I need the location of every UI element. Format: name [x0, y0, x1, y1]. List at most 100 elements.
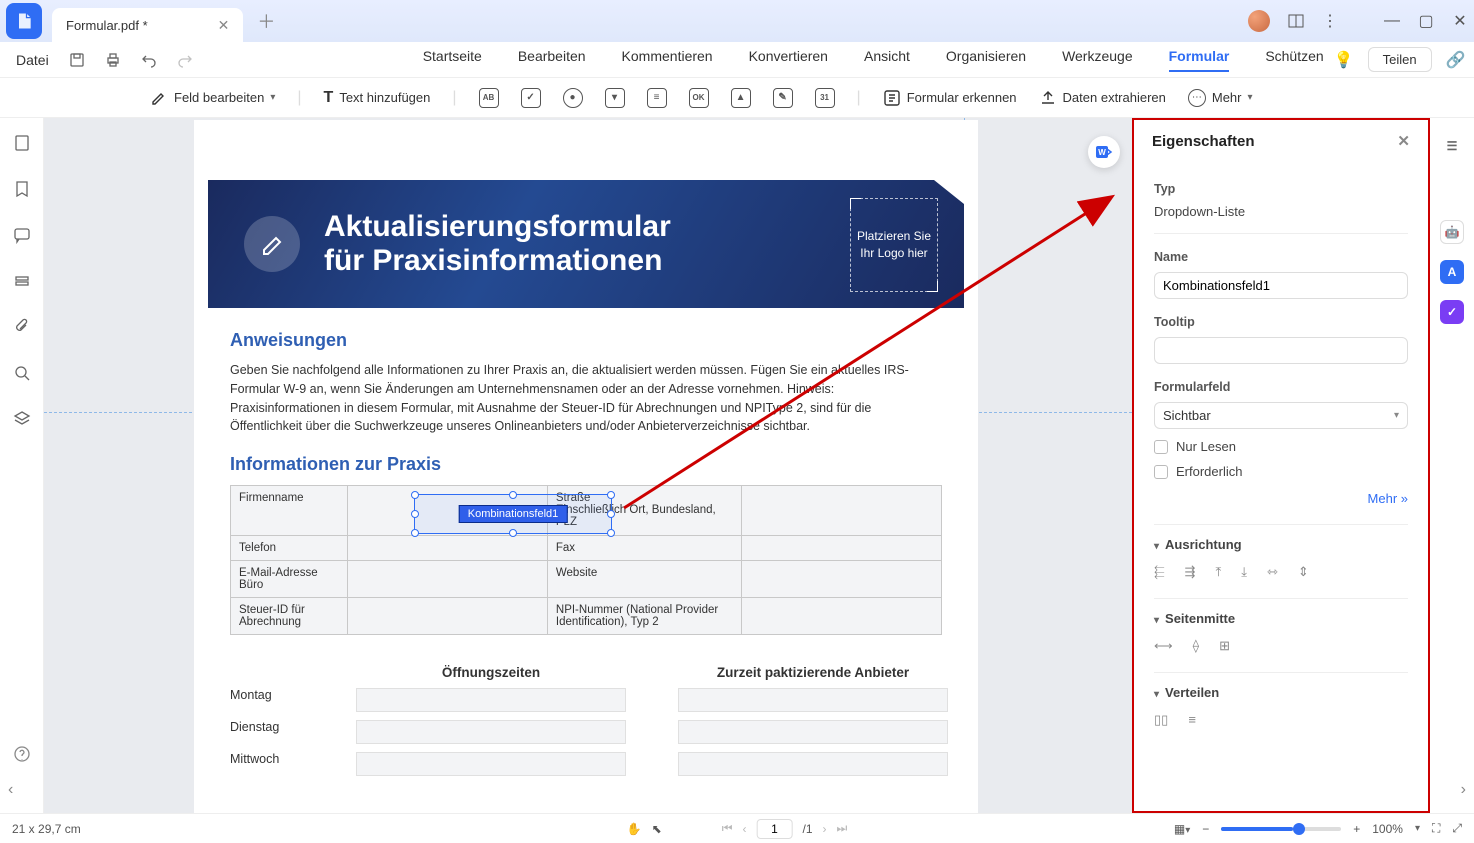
tab-document[interactable]: Formular.pdf * ✕ — [52, 8, 243, 42]
collapse-left-icon[interactable]: ‹ — [8, 781, 13, 799]
readonly-checkbox[interactable]: Nur Lesen — [1154, 439, 1408, 454]
alignment-section[interactable]: Ausrichtung — [1154, 537, 1408, 552]
menu-werkzeuge[interactable]: Werkzeuge — [1062, 48, 1133, 72]
val-tue-prov[interactable] — [678, 720, 948, 744]
help-icon[interactable] — [13, 745, 31, 763]
kebab-menu-icon[interactable]: ⋮ — [1322, 13, 1338, 29]
window-layout-icon[interactable] — [1288, 13, 1304, 29]
menu-formular[interactable]: Formular — [1169, 48, 1230, 72]
convert-word-button[interactable]: W — [1088, 136, 1120, 168]
minimize-icon[interactable]: — — [1384, 13, 1400, 29]
ai-check-icon[interactable]: ✓ — [1440, 300, 1464, 324]
zoom-slider[interactable] — [1221, 827, 1341, 831]
chevron-down-icon[interactable]: ▾ — [1415, 823, 1420, 834]
new-tab-button[interactable]: ＋ — [257, 8, 275, 34]
val-mon-prov[interactable] — [678, 688, 948, 712]
textfield-icon[interactable]: AB — [479, 88, 499, 108]
ai-assistant-icon[interactable]: A — [1440, 260, 1464, 284]
align-top-icon[interactable]: ⤒ — [1215, 564, 1221, 580]
val-strasse[interactable] — [742, 486, 942, 536]
recognize-form-button[interactable]: Formular erkennen — [883, 89, 1017, 107]
center-vertical-icon[interactable]: ⟠ — [1193, 638, 1199, 654]
distribute-h-icon[interactable]: ▯▯ — [1154, 712, 1168, 728]
add-text-button[interactable]: T Text hinzufügen — [324, 89, 431, 107]
align-bottom-icon[interactable]: ⤓ — [1241, 564, 1247, 580]
link-icon[interactable]: 🔗 — [1446, 50, 1466, 70]
edit-field-button[interactable]: Feld bearbeiten ▾ — [150, 89, 275, 107]
undo-icon[interactable] — [141, 52, 157, 68]
more-button[interactable]: ⋯ Mehr ▾ — [1188, 89, 1253, 107]
menu-ansicht[interactable]: Ansicht — [864, 48, 910, 72]
search-icon[interactable] — [13, 364, 31, 382]
center-horizontal-icon[interactable]: ⟷ — [1154, 638, 1173, 654]
view-mode-icon[interactable]: ▦▾ — [1174, 822, 1190, 836]
zoom-out-icon[interactable]: − — [1202, 822, 1209, 836]
layers-icon[interactable] — [13, 410, 31, 428]
close-tab-icon[interactable]: ✕ — [218, 17, 230, 34]
more-link[interactable]: Mehr » — [1154, 491, 1408, 506]
menu-startseite[interactable]: Startseite — [423, 48, 482, 72]
settings-sliders-icon[interactable]: ☰ — [1440, 134, 1464, 158]
align-center-v-icon[interactable]: ⇕ — [1298, 564, 1309, 580]
menu-schuetzen[interactable]: Schützen — [1265, 48, 1323, 72]
name-input[interactable] — [1154, 272, 1408, 299]
close-icon[interactable]: ✕ — [1452, 13, 1468, 29]
val-wed-prov[interactable] — [678, 752, 948, 776]
val-website[interactable] — [742, 561, 942, 598]
val-telefon[interactable] — [347, 536, 547, 561]
val-npi[interactable] — [742, 598, 942, 635]
formfield-select[interactable]: Sichtbar ▾ — [1154, 402, 1408, 429]
radio-icon[interactable]: ● — [563, 88, 583, 108]
val-fax[interactable] — [742, 536, 942, 561]
val-email[interactable] — [347, 561, 547, 598]
collapse-right-icon[interactable]: › — [1461, 781, 1466, 799]
prev-page-icon[interactable]: ‹ — [743, 822, 747, 836]
close-panel-icon[interactable]: ✕ — [1397, 132, 1410, 150]
menu-file[interactable]: Datei — [16, 52, 49, 68]
val-wed-hours[interactable] — [356, 752, 626, 776]
checkbox-icon[interactable]: ✓ — [521, 88, 541, 108]
share-button[interactable]: Teilen — [1368, 47, 1432, 72]
val-tue-hours[interactable] — [356, 720, 626, 744]
align-center-h-icon[interactable]: ⇿ — [1267, 564, 1278, 580]
maximize-icon[interactable]: ▢ — [1418, 13, 1434, 29]
menu-organisieren[interactable]: Organisieren — [946, 48, 1026, 72]
next-page-icon[interactable]: › — [823, 822, 827, 836]
dropdown-icon[interactable]: ▾ — [605, 88, 625, 108]
selected-dropdown-field[interactable]: Kombinationsfeld1 — [414, 494, 612, 534]
date-icon[interactable]: 31 — [815, 88, 835, 108]
distribute-v-icon[interactable]: ≡ — [1188, 712, 1196, 728]
extract-data-button[interactable]: Daten extrahieren — [1039, 89, 1166, 107]
val-mon-hours[interactable] — [356, 688, 626, 712]
fit-page-icon[interactable]: ⛶ — [1432, 821, 1440, 836]
signature-icon[interactable]: ✎ — [773, 88, 793, 108]
app-logo[interactable] — [6, 3, 42, 39]
pagecenter-section[interactable]: Seitenmitte — [1154, 611, 1408, 626]
page-input[interactable] — [757, 819, 793, 839]
listbox-icon[interactable]: ≡ — [647, 88, 667, 108]
last-page-icon[interactable]: ⏭ — [837, 821, 848, 836]
required-checkbox[interactable]: Erforderlich — [1154, 464, 1408, 479]
button-icon[interactable]: OK — [689, 88, 709, 108]
ai-chat-icon[interactable]: 🤖 — [1440, 220, 1464, 244]
save-icon[interactable] — [69, 52, 85, 68]
select-tool-icon[interactable]: ⬉ — [652, 822, 662, 836]
avatar[interactable] — [1248, 10, 1270, 32]
align-right-icon[interactable]: ⇶ — [1185, 564, 1196, 580]
zoom-in-icon[interactable]: + — [1353, 822, 1360, 836]
print-icon[interactable] — [105, 52, 121, 68]
menu-kommentieren[interactable]: Kommentieren — [622, 48, 713, 72]
redo-icon[interactable] — [177, 52, 193, 68]
canvas[interactable]: Aktualisierungsformular für Praxisinform… — [44, 118, 1132, 813]
lightbulb-icon[interactable]: 💡 — [1334, 50, 1354, 70]
menu-bearbeiten[interactable]: Bearbeiten — [518, 48, 586, 72]
attachment-icon[interactable] — [13, 318, 31, 336]
image-field-icon[interactable]: ▲ — [731, 88, 751, 108]
first-page-icon[interactable]: ⏮ — [722, 821, 733, 836]
val-steuer[interactable] — [347, 598, 547, 635]
bookmark-icon[interactable] — [13, 180, 31, 198]
fields-icon[interactable] — [13, 272, 31, 290]
thumbnail-icon[interactable] — [13, 134, 31, 152]
menu-konvertieren[interactable]: Konvertieren — [749, 48, 828, 72]
center-both-icon[interactable]: ⊞ — [1219, 638, 1230, 654]
